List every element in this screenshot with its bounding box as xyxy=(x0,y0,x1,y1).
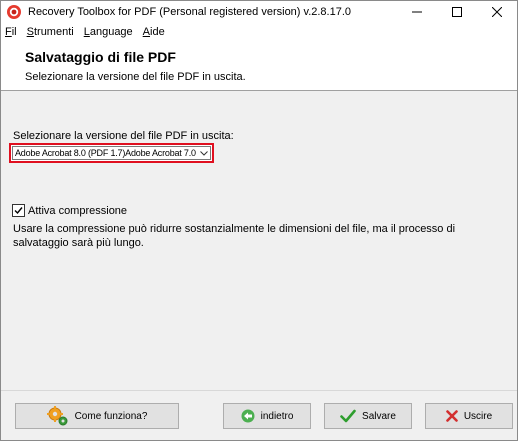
close-button[interactable] xyxy=(477,1,517,23)
minimize-icon xyxy=(412,11,422,13)
save-button[interactable]: Salvare xyxy=(324,403,412,429)
checkmark-icon xyxy=(340,409,356,423)
menu-tools[interactable]: Strumenti xyxy=(27,26,74,38)
compression-label: Attiva compressione xyxy=(28,204,128,217)
save-label: Salvare xyxy=(362,410,396,422)
how-it-works-label: Come funziona? xyxy=(74,410,148,422)
maximize-icon xyxy=(452,7,462,17)
button-bar: Come funziona? indietro Salvare Uscire xyxy=(1,390,517,440)
version-select-value: Adobe Acrobat 8.0 (PDF 1.7)Adobe Acrobat… xyxy=(15,148,198,158)
how-it-works-button[interactable]: Come funziona? xyxy=(15,403,179,429)
maximize-button[interactable] xyxy=(437,1,477,23)
back-label: indietro xyxy=(260,410,294,422)
chevron-down-icon xyxy=(198,150,210,156)
menu-bar: Fil Strumenti Language Aide xyxy=(1,23,517,41)
menu-language[interactable]: Language xyxy=(84,26,133,38)
close-icon xyxy=(492,7,502,17)
main-content: Selezionare la versione del file PDF in … xyxy=(1,92,517,390)
back-button[interactable]: indietro xyxy=(223,403,311,429)
header-panel: Salvataggio di file PDF Selezionare la v… xyxy=(1,41,517,91)
app-logo-icon xyxy=(6,4,22,20)
version-select-highlight: Adobe Acrobat 8.0 (PDF 1.7)Adobe Acrobat… xyxy=(9,143,214,163)
exit-label: Uscire xyxy=(463,410,493,422)
version-select-label: Selezionare la versione del file PDF in … xyxy=(13,130,234,142)
checkmark-icon xyxy=(14,207,23,215)
compression-description: Usare la compressione può ridurre sostan… xyxy=(13,223,456,249)
menu-file[interactable]: Fil xyxy=(5,26,17,38)
window-title: Recovery Toolbox for PDF (Personal regis… xyxy=(28,6,352,18)
title-bar: Recovery Toolbox for PDF (Personal regis… xyxy=(1,1,517,23)
gears-icon xyxy=(46,405,69,427)
version-select[interactable]: Adobe Acrobat 8.0 (PDF 1.7)Adobe Acrobat… xyxy=(12,146,211,160)
exit-button[interactable]: Uscire xyxy=(425,403,513,429)
page-subtitle: Selezionare la versione del file PDF in … xyxy=(25,71,246,83)
compression-checkbox[interactable] xyxy=(12,204,25,217)
compression-option[interactable]: Attiva compressione xyxy=(12,204,127,217)
x-icon xyxy=(446,410,458,422)
back-arrow-icon xyxy=(241,409,255,423)
page-title: Salvataggio di file PDF xyxy=(25,49,176,65)
app-window: Recovery Toolbox for PDF (Personal regis… xyxy=(0,0,518,441)
menu-help[interactable]: Aide xyxy=(143,26,165,38)
minimize-button[interactable] xyxy=(397,1,437,23)
